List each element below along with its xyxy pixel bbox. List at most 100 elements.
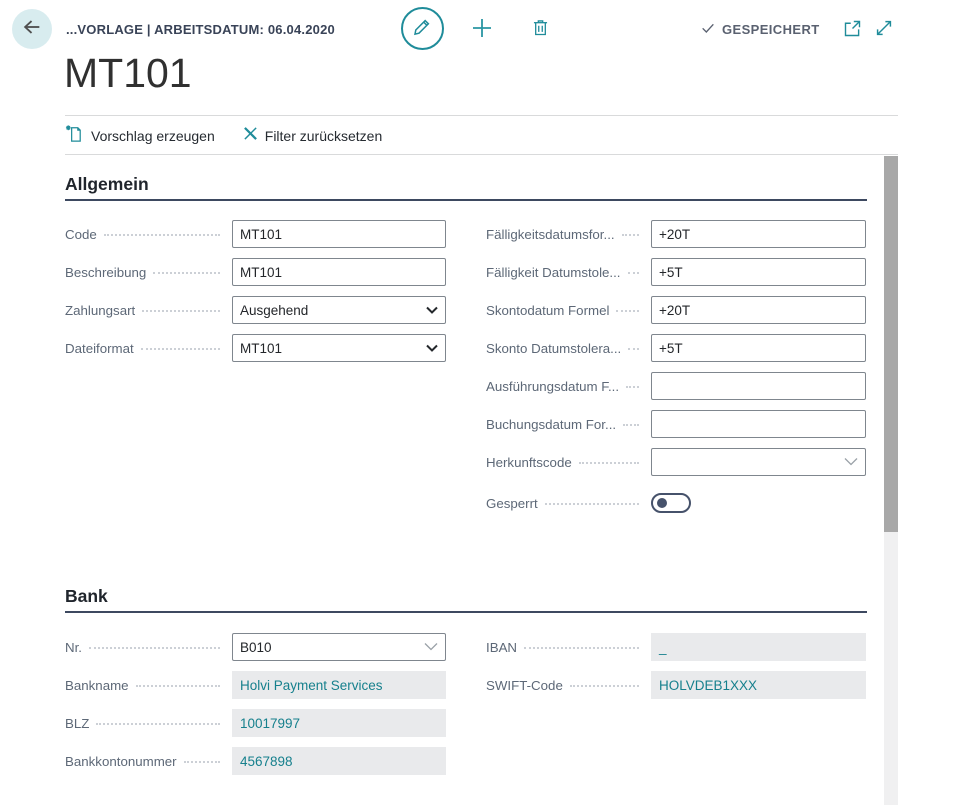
herkunftscode-lookup[interactable] bbox=[651, 448, 866, 476]
toggle-knob bbox=[657, 498, 667, 508]
action-bar: Vorschlag erzeugen Filter zurücksetzen bbox=[65, 123, 382, 149]
create-suggestion-label: Vorschlag erzeugen bbox=[91, 128, 215, 144]
field-row-bankname: Bankname Holvi Payment Services bbox=[65, 671, 446, 699]
field-row-herkunftscode: Herkunftscode bbox=[486, 448, 866, 476]
saved-label: GESPEICHERT bbox=[722, 22, 820, 37]
section-title-bank: Bank bbox=[65, 586, 108, 607]
field-label: Nr. bbox=[65, 640, 82, 655]
field-label: Fälligkeitsdatumsfor... bbox=[486, 227, 615, 242]
faelligkeit-datumstoleranz-input[interactable] bbox=[651, 258, 866, 286]
open-in-window-icon bbox=[842, 18, 863, 44]
trash-icon bbox=[530, 17, 551, 43]
field-label: Zahlungsart bbox=[65, 303, 135, 318]
ausfuehrungsdatum-formel-input[interactable] bbox=[651, 372, 866, 400]
field-label: Fälligkeit Datumstole... bbox=[486, 265, 621, 280]
iban-value: _ bbox=[651, 633, 866, 661]
field-label: Skonto Datumstolera... bbox=[486, 341, 621, 356]
field-row-code: Code bbox=[65, 220, 446, 248]
field-label: Herkunftscode bbox=[486, 455, 572, 470]
dateiformat-select[interactable]: MT101 bbox=[232, 334, 446, 362]
arrow-left-icon bbox=[21, 16, 43, 43]
dotted-leader bbox=[136, 685, 220, 687]
bankname-value: Holvi Payment Services bbox=[232, 671, 446, 699]
checkmark-icon bbox=[700, 20, 716, 39]
select-value: MT101 bbox=[240, 341, 282, 356]
saved-indicator: GESPEICHERT bbox=[700, 20, 820, 39]
edit-button[interactable] bbox=[401, 7, 444, 50]
section-title-allgemein: Allgemein bbox=[65, 174, 149, 195]
field-row-iban: IBAN _ bbox=[486, 633, 866, 661]
faelligkeitsdatumsformel-input[interactable] bbox=[651, 220, 866, 248]
buchungsdatum-formel-input[interactable] bbox=[651, 410, 866, 438]
beschreibung-input[interactable] bbox=[232, 258, 446, 286]
dotted-leader bbox=[153, 272, 220, 274]
page-title: MT101 bbox=[64, 50, 192, 97]
skontodatum-formel-input[interactable] bbox=[651, 296, 866, 324]
field-label: Bankname bbox=[65, 678, 129, 693]
skonto-datumstoleranz-input[interactable] bbox=[651, 334, 866, 362]
field-label: Gesperrt bbox=[486, 496, 538, 511]
select-value: B010 bbox=[240, 640, 272, 655]
zahlungsart-select[interactable]: Ausgehend bbox=[232, 296, 446, 324]
dotted-leader bbox=[104, 234, 220, 236]
bankkontonummer-value: 4567898 bbox=[232, 747, 446, 775]
dotted-leader bbox=[524, 647, 639, 649]
code-input[interactable] bbox=[232, 220, 446, 248]
dotted-leader bbox=[628, 272, 640, 274]
section-underline-bank bbox=[65, 611, 867, 613]
delete-button[interactable] bbox=[528, 18, 552, 42]
open-in-window-button[interactable] bbox=[840, 19, 864, 43]
dotted-leader bbox=[570, 685, 639, 687]
field-row-zahlungsart: Zahlungsart Ausgehend bbox=[65, 296, 446, 324]
field-row-buchungsdatum-formel: Buchungsdatum For... bbox=[486, 410, 866, 438]
field-label: Bankkontonummer bbox=[65, 754, 177, 769]
reset-filter-button[interactable]: Filter zurücksetzen bbox=[243, 126, 382, 146]
field-row-gesperrt: Gesperrt bbox=[486, 489, 866, 517]
back-button[interactable] bbox=[12, 9, 52, 49]
create-suggestion-button[interactable]: Vorschlag erzeugen bbox=[65, 124, 215, 148]
dotted-leader bbox=[545, 503, 639, 505]
field-label: BLZ bbox=[65, 716, 89, 731]
swift-code-value: HOLVDEB1XXX bbox=[651, 671, 866, 699]
bank-nr-lookup[interactable]: B010 bbox=[232, 633, 446, 661]
expand-button[interactable] bbox=[871, 17, 897, 43]
section-underline-allgemein bbox=[65, 199, 867, 201]
blz-value: 10017997 bbox=[232, 709, 446, 737]
dotted-leader bbox=[141, 348, 220, 350]
field-label: Dateiformat bbox=[65, 341, 134, 356]
gesperrt-toggle[interactable] bbox=[651, 493, 691, 513]
pencil-icon bbox=[412, 16, 433, 42]
plus-icon bbox=[470, 16, 494, 45]
expand-diagonal-icon bbox=[873, 17, 895, 44]
divider-top bbox=[65, 115, 898, 116]
page: ...VORLAGE | ARBEITSDATUM: 06.04.2020 bbox=[0, 0, 964, 805]
field-row-ausfuehrungsdatum-formel: Ausführungsdatum F... bbox=[486, 372, 866, 400]
field-label: Buchungsdatum For... bbox=[486, 417, 616, 432]
add-button[interactable] bbox=[469, 17, 495, 43]
chevron-down-icon bbox=[426, 339, 438, 357]
dotted-leader bbox=[96, 723, 220, 725]
field-row-faelligkeit-datumstoleranz: Fälligkeit Datumstole... bbox=[486, 258, 866, 286]
dotted-leader bbox=[89, 647, 220, 649]
dotted-leader bbox=[142, 310, 220, 312]
field-row-bankkontonummer: Bankkontonummer 4567898 bbox=[65, 747, 446, 775]
field-row-skontodatum-formel: Skontodatum Formel bbox=[486, 296, 866, 324]
clear-x-icon bbox=[243, 126, 258, 146]
field-label: Code bbox=[65, 227, 97, 242]
scrollbar-thumb[interactable] bbox=[884, 156, 898, 532]
field-row-swift-code: SWIFT-Code HOLVDEB1XXX bbox=[486, 671, 866, 699]
dotted-leader bbox=[626, 386, 639, 388]
dotted-leader bbox=[184, 761, 220, 763]
reset-filter-label: Filter zurücksetzen bbox=[265, 128, 382, 144]
dotted-leader bbox=[579, 462, 639, 464]
field-label: Skontodatum Formel bbox=[486, 303, 609, 318]
chevron-down-icon bbox=[426, 301, 438, 319]
field-label: Beschreibung bbox=[65, 265, 146, 280]
field-label: SWIFT-Code bbox=[486, 678, 563, 693]
field-row-dateiformat: Dateiformat MT101 bbox=[65, 334, 446, 362]
field-row-skonto-datumstoleranz: Skonto Datumstolera... bbox=[486, 334, 866, 362]
divider-actionbar bbox=[65, 154, 898, 155]
field-row-nr: Nr. B010 bbox=[65, 633, 446, 661]
chevron-down-icon bbox=[844, 453, 858, 471]
chevron-down-icon bbox=[424, 638, 438, 656]
